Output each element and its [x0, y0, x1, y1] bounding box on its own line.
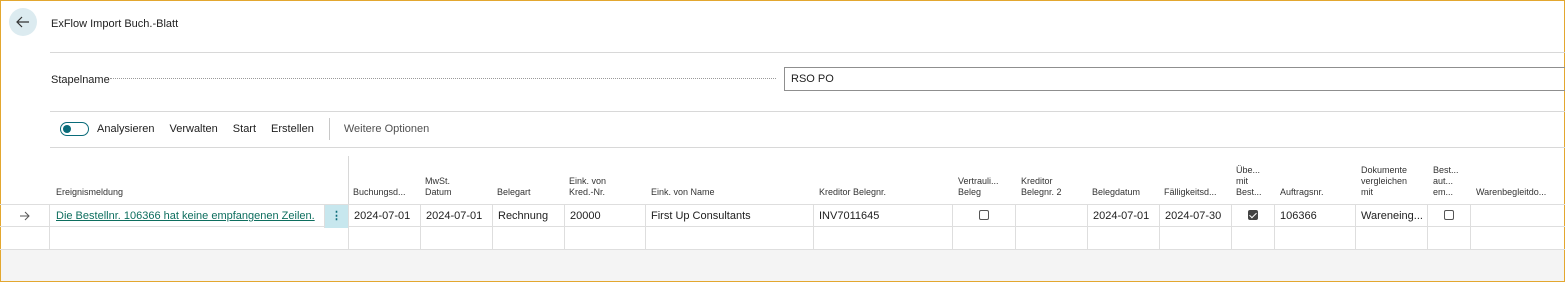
- col-vendor-no-line1: Eink. von: [569, 176, 607, 186]
- batch-name-input[interactable]: RSO PO: [784, 67, 1565, 91]
- table-row-empty[interactable]: [0, 227, 1565, 250]
- col-vendor-doc2[interactable]: Kreditor Belegnr. 2: [1021, 176, 1062, 198]
- vendor-doc-cell[interactable]: INV7011645: [814, 205, 953, 228]
- col-vat-date[interactable]: MwSt. Datum: [425, 176, 452, 198]
- analyze-label[interactable]: Analysieren: [97, 123, 154, 135]
- empty-cell[interactable]: [1356, 227, 1428, 250]
- table-row[interactable]: Die Bestellnr. 106366 hat keine empfange…: [0, 204, 1565, 228]
- empty-cell[interactable]: [1428, 227, 1471, 250]
- divider: [50, 52, 1565, 53]
- col-doc-date[interactable]: Belegdatum: [1092, 187, 1140, 198]
- empty-cell[interactable]: [953, 227, 1016, 250]
- col-vendor-doc[interactable]: Kreditor Belegnr.: [819, 187, 886, 198]
- empty-cell[interactable]: [1471, 227, 1565, 250]
- arrow-left-icon: [16, 16, 29, 28]
- col-confidential[interactable]: Vertrauli... Beleg: [958, 176, 999, 198]
- col-compare-line1: Dokumente: [1361, 165, 1408, 175]
- divider: [50, 111, 1565, 112]
- col-receipt[interactable]: Warenbegleitdo...: [1476, 187, 1546, 198]
- empty-cell[interactable]: [1016, 227, 1088, 250]
- col-vendor-doc2-line1: Kreditor: [1021, 176, 1053, 186]
- col-order-auto[interactable]: Best... aut... em...: [1433, 165, 1459, 198]
- empty-cell[interactable]: [814, 227, 953, 250]
- row-actions-button[interactable]: ⋮: [325, 205, 349, 228]
- batch-name-label: Stapelname: [51, 74, 110, 86]
- start-menu[interactable]: Start: [233, 123, 256, 135]
- grid-footer: [1, 250, 1564, 281]
- empty-cell: [0, 227, 50, 250]
- empty-cell[interactable]: [1088, 227, 1160, 250]
- col-vendor-no[interactable]: Eink. von Kred.-Nr.: [569, 176, 606, 198]
- confidential-cell[interactable]: [953, 205, 1016, 228]
- col-event[interactable]: Ereignismeldung: [56, 187, 123, 198]
- empty-cell[interactable]: [51, 227, 349, 250]
- empty-cell[interactable]: [565, 227, 646, 250]
- event-message-link[interactable]: Die Bestellnr. 106366 hat keine empfange…: [51, 205, 325, 228]
- col-posting-date[interactable]: Buchungsd...: [353, 187, 406, 198]
- order-auto-cell[interactable]: [1428, 205, 1471, 228]
- doc-date-cell[interactable]: 2024-07-01: [1088, 205, 1160, 228]
- posting-date-cell[interactable]: 2024-07-01: [349, 205, 421, 228]
- col-vendor-doc2-line2: Belegnr. 2: [1021, 187, 1062, 197]
- header-divider: [348, 156, 349, 204]
- doc-type-cell[interactable]: Rechnung: [493, 205, 565, 228]
- empty-cell[interactable]: [349, 227, 421, 250]
- col-compare-line2: vergleichen: [1361, 176, 1408, 186]
- col-doc-type[interactable]: Belegart: [497, 187, 531, 198]
- col-confidential-line1: Vertrauli...: [958, 176, 999, 186]
- col-compare-line3: mit: [1361, 187, 1373, 197]
- empty-cell[interactable]: [1275, 227, 1356, 250]
- row-indicator: [0, 205, 50, 228]
- analyze-toggle[interactable]: [60, 122, 89, 136]
- col-due-date[interactable]: Fälligkeitsd...: [1164, 187, 1217, 198]
- vat-date-cell[interactable]: 2024-07-01: [421, 205, 493, 228]
- due-date-cell[interactable]: 2024-07-30: [1160, 205, 1232, 228]
- empty-cell[interactable]: [1160, 227, 1232, 250]
- back-button[interactable]: [9, 8, 37, 36]
- col-order-auto-line2: aut...: [1433, 176, 1454, 186]
- page-title: ExFlow Import Buch.-Blatt: [51, 18, 179, 30]
- vendor-name-cell[interactable]: First Up Consultants: [646, 205, 814, 228]
- col-vat-date-line2: Datum: [425, 187, 452, 197]
- action-bar: Analysieren Verwalten Start Erstellen We…: [60, 118, 444, 140]
- col-confidential-line2: Beleg: [958, 187, 982, 197]
- arrow-right-icon: [19, 211, 30, 221]
- create-menu[interactable]: Erstellen: [271, 123, 314, 135]
- empty-cell[interactable]: [421, 227, 493, 250]
- col-order-auto-line3: em...: [1433, 187, 1454, 197]
- manage-menu[interactable]: Verwalten: [169, 123, 217, 135]
- col-order-auto-line1: Best...: [1433, 165, 1459, 175]
- event-message-text[interactable]: Die Bestellnr. 106366 hat keine empfange…: [56, 210, 315, 222]
- empty-cell[interactable]: [646, 227, 814, 250]
- col-with-order-line1: Übe...: [1236, 165, 1261, 175]
- order-no-cell[interactable]: 106366: [1275, 205, 1356, 228]
- toggle-knob: [63, 125, 71, 133]
- vendor-no-cell[interactable]: 20000: [565, 205, 646, 228]
- vendor-doc2-cell[interactable]: [1016, 205, 1088, 228]
- more-options-button[interactable]: Weitere Optionen: [344, 123, 429, 135]
- order-auto-checkbox[interactable]: [1444, 210, 1454, 221]
- col-vendor-no-line2: Kred.-Nr.: [569, 187, 606, 197]
- compare-with-cell[interactable]: Wareneing...: [1356, 205, 1428, 228]
- grid-header: Ereignismeldung Buchungsd... MwSt. Datum…: [0, 156, 1565, 204]
- divider: [50, 147, 1565, 148]
- with-order-checkbox[interactable]: [1248, 210, 1258, 221]
- receipt-cell[interactable]: [1471, 205, 1565, 228]
- col-with-order-line2: mit: [1236, 176, 1248, 186]
- col-with-order-line3: Best...: [1236, 187, 1262, 197]
- label-leader-dots: [110, 78, 776, 79]
- col-vat-date-line1: MwSt.: [425, 176, 451, 186]
- with-order-cell[interactable]: [1232, 205, 1275, 228]
- confidential-checkbox[interactable]: [979, 210, 989, 221]
- empty-cell[interactable]: [493, 227, 565, 250]
- action-divider: [328, 118, 330, 140]
- col-order-no[interactable]: Auftragsnr.: [1280, 187, 1324, 198]
- col-compare[interactable]: Dokumente vergleichen mit: [1361, 165, 1407, 198]
- col-vendor-name[interactable]: Eink. von Name: [651, 187, 715, 198]
- col-with-order[interactable]: Übe... mit Best...: [1236, 165, 1262, 198]
- empty-cell[interactable]: [1232, 227, 1275, 250]
